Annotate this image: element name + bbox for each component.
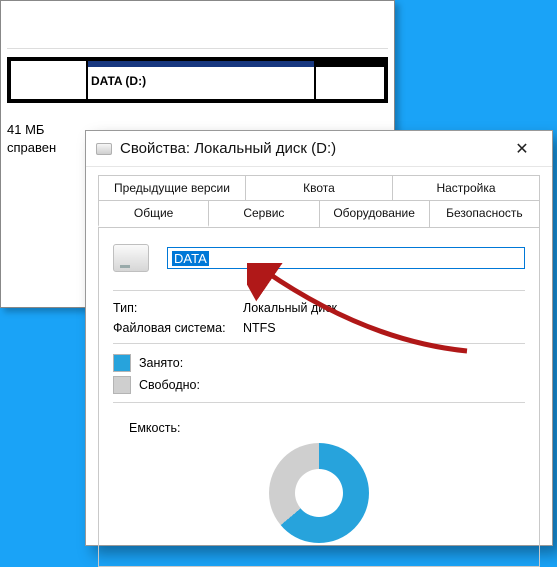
usage-chart	[113, 443, 525, 543]
bg-toolbar	[7, 5, 388, 49]
drive-icon	[96, 143, 112, 155]
legend-free-swatch	[113, 376, 131, 394]
type-label: Тип:	[113, 301, 243, 315]
window-title: Свойства: Локальный диск (D:)	[120, 140, 502, 157]
legend-free-label: Свободно:	[139, 378, 200, 392]
tab-security[interactable]: Безопасность	[430, 200, 540, 227]
volume-name-text: DATA	[172, 251, 209, 266]
filesystem-value: NTFS	[243, 321, 276, 335]
capacity-label: Емкость:	[129, 421, 525, 435]
properties-dialog: Свойства: Локальный диск (D:) ✕ Предыдущ…	[85, 130, 553, 546]
titlebar[interactable]: Свойства: Локальный диск (D:) ✕	[86, 131, 552, 167]
drive-large-icon	[113, 244, 149, 272]
separator	[113, 290, 525, 291]
tab-previous-versions[interactable]: Предыдущие версии	[98, 175, 246, 200]
volume-name-input[interactable]: DATA	[167, 247, 525, 269]
type-value: Локальный диск	[243, 301, 337, 315]
legend-used-swatch	[113, 354, 131, 372]
filesystem-label: Файловая система:	[113, 321, 243, 335]
tab-tools[interactable]: Сервис	[209, 200, 319, 227]
separator	[113, 402, 525, 403]
tab-quota[interactable]: Квота	[246, 175, 393, 200]
tab-body-general: DATA Тип: Локальный диск Файловая систем…	[98, 227, 540, 567]
close-button[interactable]: ✕	[502, 139, 542, 159]
partition-label: DATA (D:)	[91, 74, 146, 88]
separator	[113, 343, 525, 344]
tab-customize[interactable]: Настройка	[393, 175, 540, 200]
usage-donut-icon	[269, 443, 369, 543]
legend-used-label: Занято:	[139, 356, 183, 370]
tab-general[interactable]: Общие	[98, 200, 209, 227]
partition-strip: DATA (D:)	[7, 57, 388, 103]
tabbar: Предыдущие версии Квота Настройка Общие …	[86, 167, 552, 227]
partition-right[interactable]	[316, 61, 384, 99]
partition-data[interactable]: DATA (D:)	[88, 61, 314, 99]
tab-hardware[interactable]: Оборудование	[320, 200, 430, 227]
partition-left[interactable]	[11, 61, 86, 99]
